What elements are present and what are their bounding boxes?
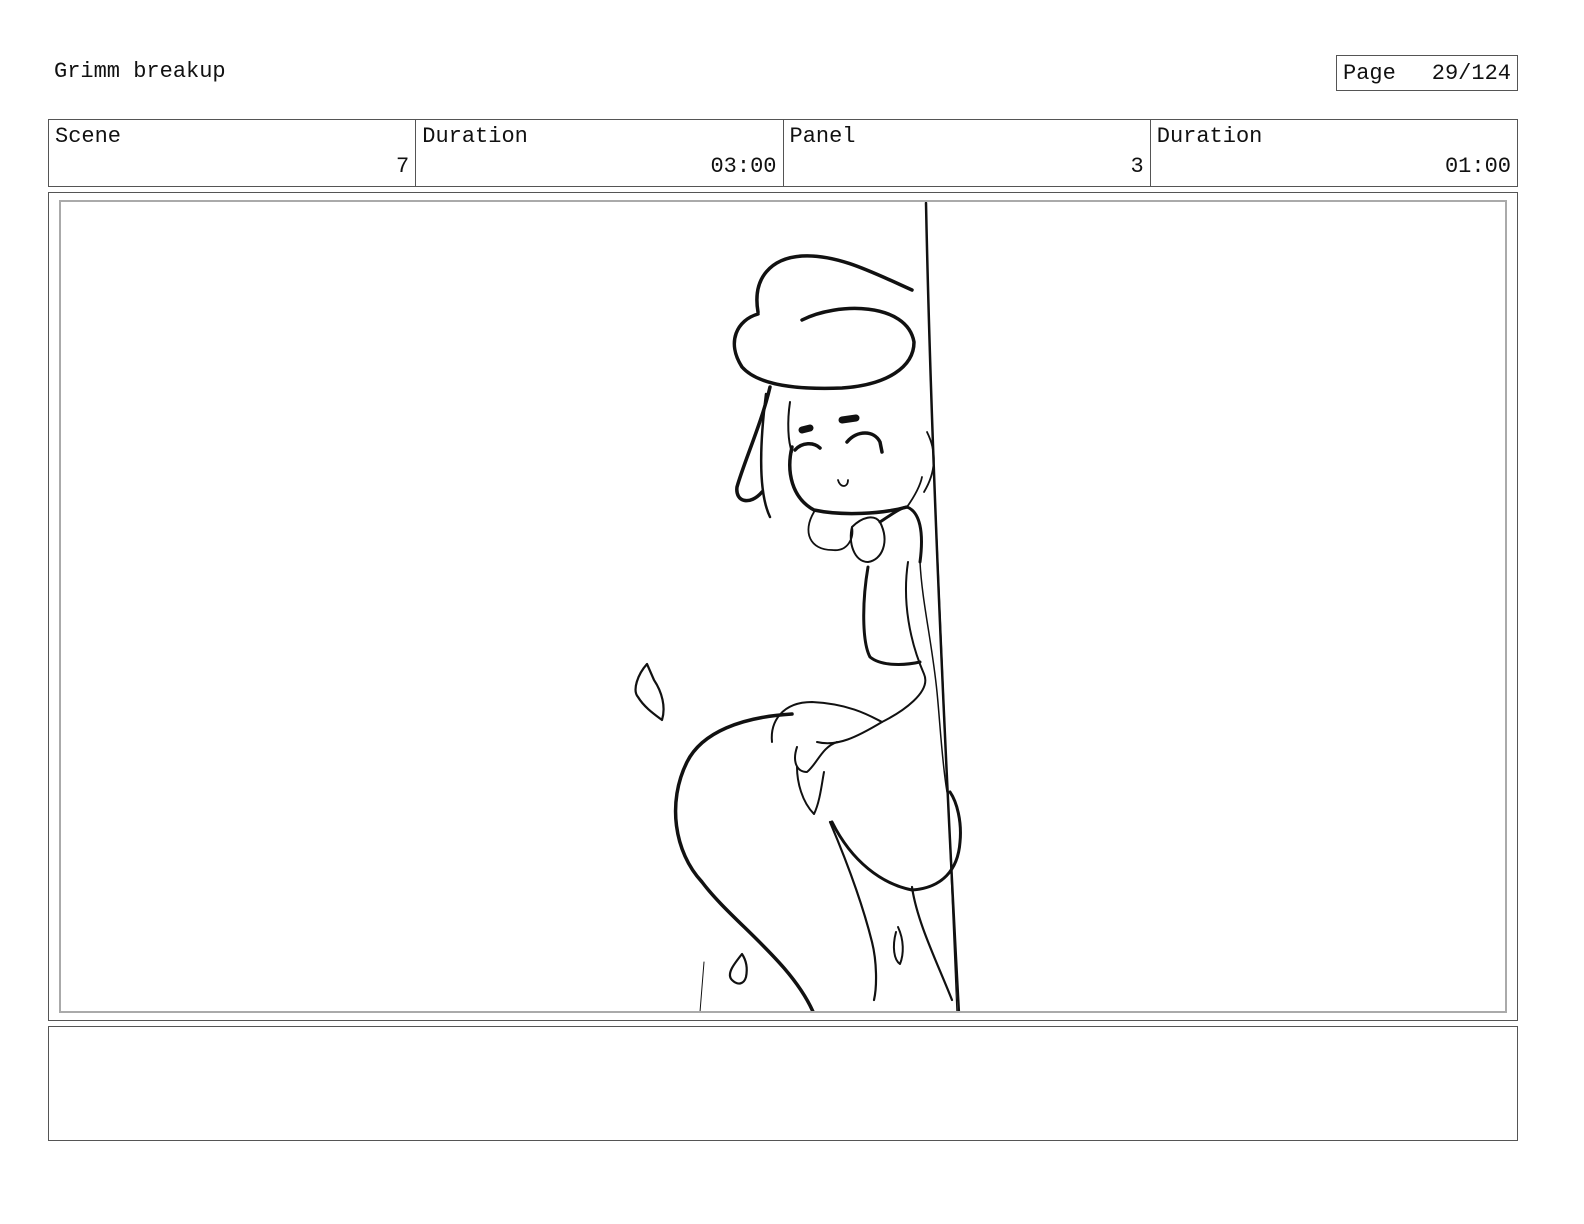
scene-duration-cell: Duration 03:00: [416, 120, 784, 186]
page-label: Page: [1343, 60, 1396, 86]
scene-duration-value: 03:00: [710, 154, 777, 179]
panel-notes: [48, 1026, 1518, 1141]
panel-value: 3: [1130, 154, 1144, 179]
panel-duration-value: 01:00: [1444, 154, 1511, 179]
panel-duration-cell: Duration 01:00: [1151, 120, 1517, 186]
scene-duration-label: Duration: [422, 124, 528, 149]
storyboard-panel-image: [59, 200, 1507, 1013]
panel-cell: Panel 3: [784, 120, 1151, 186]
page-number: 29/124: [1431, 60, 1511, 86]
document-title: Grimm breakup: [54, 59, 226, 84]
scene-cell: Scene 7: [49, 120, 417, 186]
character-sketch: [634, 202, 962, 1011]
panel-label: Panel: [789, 124, 856, 149]
scene-label: Scene: [55, 124, 122, 149]
panel-info-row: Scene 7 Duration 03:00 Panel 3 Duration …: [48, 119, 1518, 187]
scene-value: 7: [396, 154, 410, 179]
page-indicator: Page 29/124: [1336, 55, 1518, 91]
panel-duration-label: Duration: [1156, 124, 1263, 149]
